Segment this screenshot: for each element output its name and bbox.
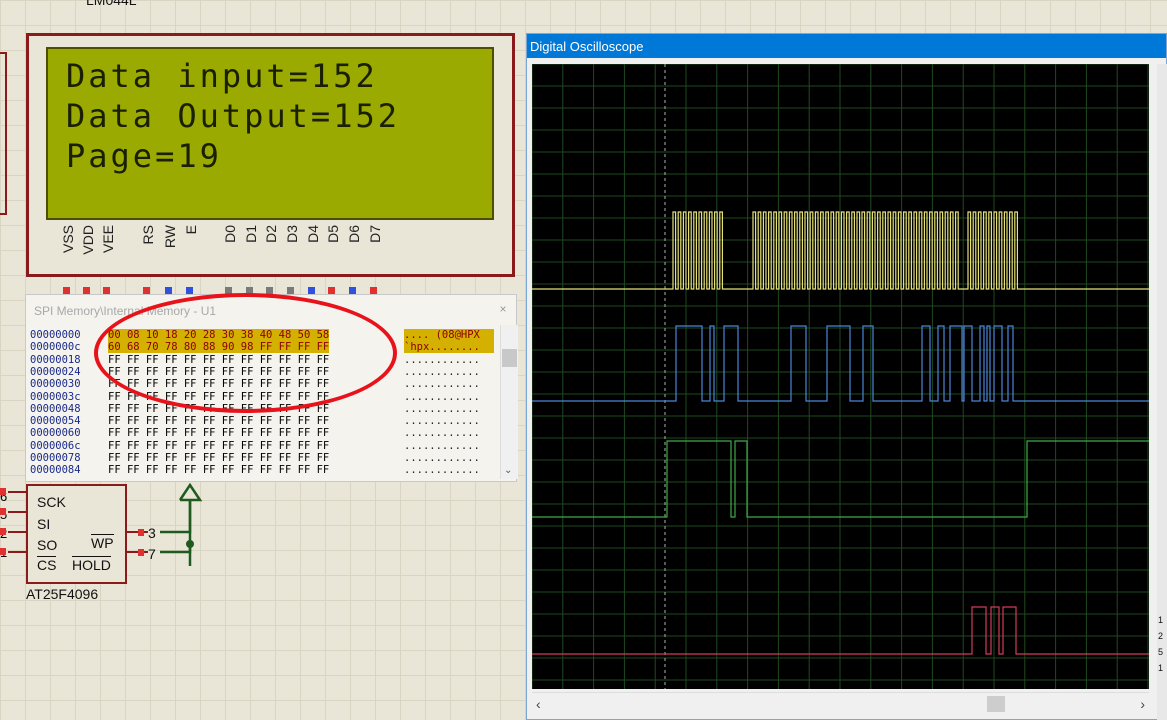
memory-ascii: `hpx........ [404,341,494,354]
memory-row: 0000006c FF FF FF FF FF FF FF FF FF FF FF… [30,439,480,452]
memory-ascii: ............ [404,390,480,403]
chevron-left-icon[interactable]: ‹ [536,696,541,712]
lcd-pin-vss: VSS [60,225,76,254]
memory-ascii: ............ [404,427,480,440]
lcd-screen: Data input=152 Data Output=152 Page=19 [46,47,494,220]
annotation-circle [94,293,397,413]
memory-address: 00000054 [30,415,81,428]
offscreen-component[interactable] [0,52,7,215]
lcd-pin-terminal[interactable] [287,287,294,294]
scrollbar-thumb[interactable] [502,349,517,367]
lcd-pin-vee: VEE [100,225,116,254]
memory-address: 00000078 [30,452,81,464]
lcd-pin-rw: RW [162,225,178,249]
memory-row: 00000060 FF FF FF FF FF FF FF FF FF FF FF… [30,427,480,440]
memory-row: 00000054 FF FF FF FF FF FF FF FF FF FF FF… [30,415,480,428]
lcd-pin-terminal[interactable] [165,287,172,294]
memory-address: 0000006c [30,439,81,452]
memory-ascii: ............ [404,415,480,428]
lcd-pin-terminal[interactable] [328,287,335,294]
memory-row: 00000078 FF FF FF FF FF FF FF FF FF FF FF… [30,452,480,464]
lcd-pin-d3: D3 [284,225,300,243]
memory-address: 0000003c [30,390,81,403]
memory-bytes: FF FF FF FF FF FF FF FF FF FF FF FF [108,464,330,477]
lcd-pin-d2: D2 [263,225,279,243]
lcd-line-2: Data Output=152 [66,97,400,135]
side-readout: 1251 [1158,615,1164,673]
memory-ascii: ............ [404,353,480,366]
memory-address: 00000060 [30,427,81,440]
oscilloscope-titlebar[interactable]: Digital Oscilloscope [527,34,1166,58]
memory-address: 00000084 [30,464,81,477]
lcd-pin-terminal[interactable] [103,287,110,294]
memory-address: 00000000 [30,329,81,341]
memory-address: 00000030 [30,378,81,391]
oscilloscope-title: Digital Oscilloscope [530,39,644,54]
oscilloscope-hscrollbar[interactable]: ‹ › [532,692,1149,715]
memory-ascii: ............ [404,464,480,477]
lcd-pin-d0: D0 [222,225,238,243]
oscilloscope-window[interactable]: Digital Oscilloscope ‹ › [526,33,1167,720]
memory-ascii: ............ [404,365,480,378]
memory-ascii: ............ [404,378,480,391]
memory-ascii: ............ [404,439,480,452]
lcd-pin-d7: D7 [367,225,383,243]
memory-address: 00000048 [30,402,81,415]
memory-row: 00000084 FF FF FF FF FF FF FF FF FF FF FF… [30,464,480,477]
oscilloscope-trace-svg [531,63,1149,689]
memory-bytes: FF FF FF FF FF FF FF FF FF FF FF FF [108,439,330,452]
memory-ascii: .... (08@HPX [404,329,494,341]
lcd-pin-vdd: VDD [80,225,96,255]
lcd-pin-d6: D6 [346,225,362,243]
lcd-pin-terminal[interactable] [83,287,90,294]
chevron-right-icon[interactable]: › [1140,696,1145,712]
chip-part-label: AT25F4096 [26,586,99,602]
lcd-line-3: Page=19 [66,137,222,175]
oscilloscope-screen[interactable] [531,63,1149,689]
memory-ascii: ............ [404,452,480,464]
lcd-part-label: LM044L [86,0,137,8]
memory-bytes: FF FF FF FF FF FF FF FF FF FF FF FF [108,427,330,440]
lcd-pin-rs: RS [140,225,156,245]
lcd-pin-terminal[interactable] [143,287,150,294]
scrollbar-thumb[interactable] [987,696,1005,712]
memory-scrollbar[interactable]: ⌄ [500,325,518,479]
lcd-line-1: Data input=152 [66,57,378,95]
memory-address: 00000024 [30,365,81,378]
lcd-pin-e: E [183,225,199,235]
lcd-pin-terminal[interactable] [370,287,377,294]
memory-bytes: FF FF FF FF FF FF FF FF FF FF FF FF [108,415,330,428]
lcd-pin-d5: D5 [325,225,341,243]
lcd-pin-terminal[interactable] [186,287,193,294]
lcd-pin-terminal[interactable] [349,287,356,294]
lcd-pin-d1: D1 [243,225,259,243]
chip-wiring [0,482,203,566]
chevron-down-icon[interactable]: ⌄ [504,465,512,476]
lcd-pin-terminal[interactable] [308,287,315,294]
lcd-pin-terminal[interactable] [63,287,70,294]
memory-ascii: ............ [404,402,480,415]
memory-bytes: FF FF FF FF FF FF FF FF FF FF FF FF [108,452,330,464]
lcd-pin-d4: D4 [305,225,321,243]
close-button[interactable]: × [494,301,512,317]
